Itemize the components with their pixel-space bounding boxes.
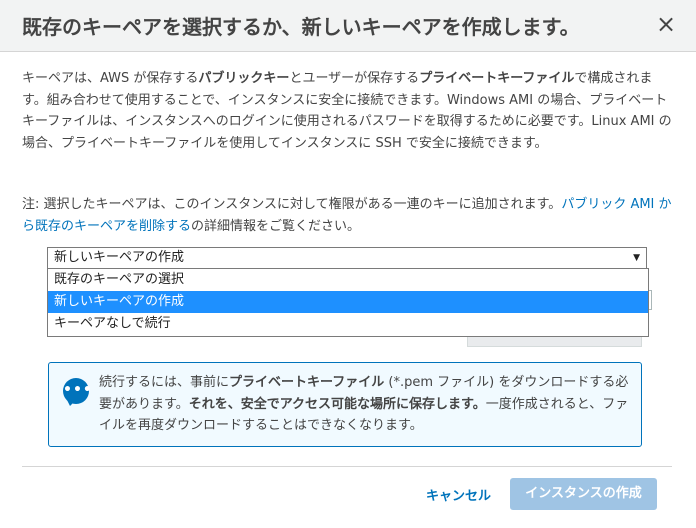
option-existing-keypair[interactable]: 既存のキーペアの選択 xyxy=(48,269,648,291)
dialog-title: 既存のキーペアを選択するか、新しいキーペアを作成します。 xyxy=(22,15,580,39)
footer-divider xyxy=(22,466,672,467)
chevron-down-icon: ▼ xyxy=(633,253,640,263)
info-text: 続行するには、事前にプライベートキーファイル (*.pem ファイル) をダウン… xyxy=(99,372,637,437)
chat-bubble-icon: ••• xyxy=(63,378,92,406)
keypair-select-value: 新しいキーペアの作成 xyxy=(54,250,185,265)
intro-paragraph: キーペアは、AWS が保存するパブリックキーとユーザーが保存するプライベートキー… xyxy=(22,68,672,154)
launch-instance-button[interactable]: インスタンスの作成 xyxy=(510,478,657,510)
keypair-select[interactable]: 新しいキーペアの作成 ▼ xyxy=(47,247,647,269)
note-prefix: 注: 選択したキーペアは、このインスタンスに対して権限がある一連のキーに追加され… xyxy=(22,197,562,212)
intro-text-1: キーペアは、AWS が保存する xyxy=(22,71,199,86)
info-save-safely: それを、安全でアクセス可能な場所に保存します。 xyxy=(188,396,486,412)
cancel-button[interactable]: キャンセル xyxy=(426,485,491,504)
intro-text-2: とユーザーが保存する xyxy=(289,71,420,86)
info-private-key-file: プライベートキーファイル xyxy=(229,375,385,390)
option-no-keypair[interactable]: キーペアなしで続行 xyxy=(48,313,648,335)
dialog-header: 既存のキーペアを選択するか、新しいキーペアを作成します。 × xyxy=(0,0,696,52)
note-paragraph: 注: 選択したキーペアは、このインスタンスに対して権限がある一連のキーに追加され… xyxy=(22,194,672,237)
keypair-dropdown-list: 既存のキーペアの選択 新しいキーペアの作成 キーペアなしで続行 xyxy=(47,268,649,337)
info-alert: ••• 続行するには、事前にプライベートキーファイル (*.pem ファイル) … xyxy=(48,362,642,447)
note-suffix: の詳細情報をご覧ください。 xyxy=(191,218,361,234)
close-icon[interactable]: × xyxy=(652,10,680,38)
option-new-keypair[interactable]: 新しいキーペアの作成 xyxy=(48,291,648,313)
intro-public-key: パブリックキー xyxy=(198,71,290,86)
intro-private-key-file: プライベートキーファイル xyxy=(419,71,575,86)
info-text-1: 続行するには、事前に xyxy=(99,375,230,390)
